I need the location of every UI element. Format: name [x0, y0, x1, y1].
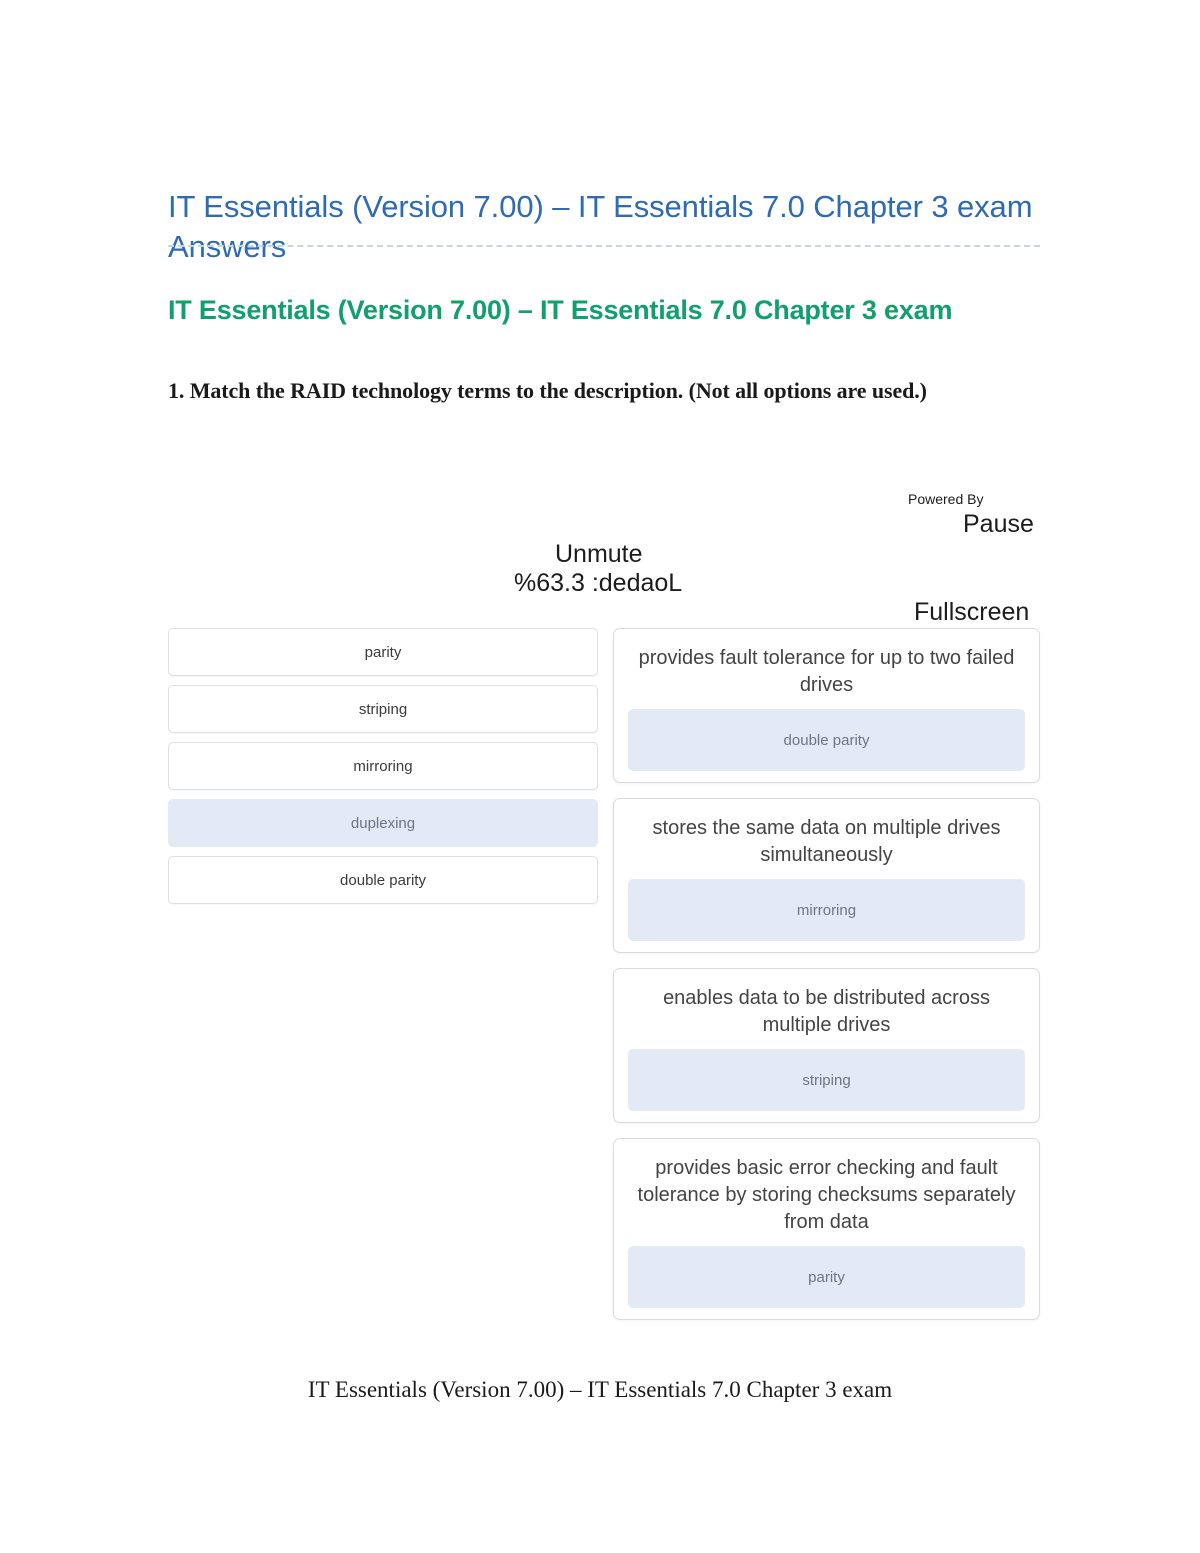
- section-heading: IT Essentials (Version 7.00) – IT Essent…: [168, 295, 953, 326]
- targets-column: provides fault tolerance for up to two f…: [613, 628, 1040, 1335]
- target-answer-label: mirroring: [796, 901, 857, 919]
- term-box[interactable]: striping: [168, 685, 598, 733]
- fullscreen-button[interactable]: Fullscreen: [914, 597, 1029, 627]
- figure-caption: IT Essentials (Version 7.00) – IT Essent…: [307, 1377, 893, 1402]
- term-label: mirroring: [353, 757, 413, 775]
- document-page: IT Essentials (Version 7.00) – IT Essent…: [0, 0, 1200, 1553]
- target-prompt: provides fault tolerance for up to two f…: [638, 647, 1015, 696]
- title-divider: [168, 245, 1040, 247]
- powered-by-label: Powered By: [908, 491, 984, 507]
- target-card[interactable]: enables data to be distributed across mu…: [613, 968, 1040, 1123]
- term-label: duplexing: [350, 814, 416, 832]
- target-answer-label: striping: [802, 1071, 851, 1089]
- target-answer-label: parity: [808, 1268, 845, 1286]
- target-card[interactable]: provides basic error checking and fault …: [613, 1138, 1040, 1320]
- term-box[interactable]: double parity: [168, 856, 598, 904]
- page-title: IT Essentials (Version 7.00) – IT Essent…: [168, 188, 1033, 264]
- terms-column: parity striping mirroring duplexing double p…: [168, 628, 598, 913]
- unmute-button[interactable]: Unmute: [555, 539, 643, 569]
- target-answer-label: double parity: [783, 731, 870, 749]
- pause-button[interactable]: Pause: [963, 509, 1034, 539]
- term-box[interactable]: mirroring: [168, 742, 598, 790]
- target-prompt: enables data to be distributed across mu…: [663, 987, 990, 1036]
- term-label: parity: [364, 643, 402, 661]
- target-prompt: provides basic error checking and fault …: [637, 1157, 1016, 1233]
- term-label: double parity: [340, 871, 426, 889]
- term-box[interactable]: parity: [168, 628, 598, 676]
- target-card[interactable]: provides fault tolerance for up to two f…: [613, 628, 1040, 783]
- target-answer-slot[interactable]: mirroring: [628, 879, 1025, 941]
- matching-activity: parity striping mirroring duplexing double p…: [168, 628, 1040, 1368]
- target-answer-slot[interactable]: striping: [628, 1049, 1025, 1111]
- term-box[interactable]: duplexing: [168, 799, 598, 847]
- target-answer-slot[interactable]: parity: [628, 1246, 1025, 1308]
- term-label: striping: [358, 700, 408, 718]
- question-text: 1. Match the RAID technology terms to th…: [168, 378, 927, 403]
- target-prompt: stores the same data on multiple drives …: [652, 817, 1001, 866]
- loaded-progress-label: Loaded: 3.36%: [514, 569, 683, 597]
- target-card[interactable]: stores the same data on multiple drives …: [613, 798, 1040, 953]
- target-answer-slot[interactable]: double parity: [628, 709, 1025, 771]
